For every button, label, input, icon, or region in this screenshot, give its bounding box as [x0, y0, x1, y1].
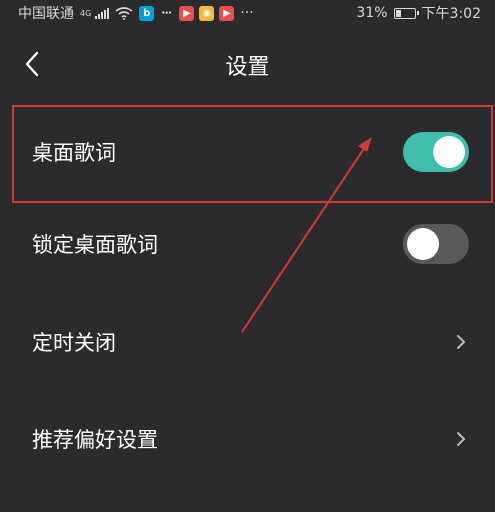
signal-icon [95, 7, 110, 19]
battery-fill [395, 9, 401, 17]
toggle-knob [407, 228, 439, 260]
chevron-right-icon [453, 429, 469, 449]
notification-app-icons: b ⋯ ▶ ◉ ▶ [139, 5, 235, 21]
battery-icon [393, 7, 419, 19]
setting-desktop-lyrics[interactable]: 桌面歌词 [0, 104, 495, 200]
battery-percent: 31% [356, 5, 388, 21]
setting-label: 锁定桌面歌词 [32, 233, 158, 257]
chat-bubble-icon: ⋯ [159, 5, 175, 21]
setting-lock-desktop-lyrics[interactable]: 锁定桌面歌词 [0, 196, 495, 292]
network-type: 4G [80, 8, 92, 18]
setting-label: 桌面歌词 [32, 141, 116, 165]
setting-label: 定时关闭 [32, 331, 116, 355]
page-title: 设置 [225, 55, 270, 80]
back-button[interactable] [14, 46, 50, 82]
chevron-left-icon [25, 51, 39, 77]
wifi-icon [115, 6, 133, 20]
setting-label: 推荐偏好设置 [32, 428, 158, 452]
more-notifications-icon: ··· [240, 5, 254, 21]
bilibili-icon: b [139, 5, 155, 21]
status-right: 31% 下午3:02 [356, 3, 481, 23]
chevron-right-icon [453, 332, 469, 352]
video-app-icon: ▶ [179, 5, 195, 21]
setting-recommend-preferences[interactable]: 推荐偏好设置 [0, 391, 495, 487]
yellow-app-icon: ◉ [199, 5, 215, 21]
setting-timed-close[interactable]: 定时关闭 [0, 294, 495, 390]
status-bar: 中国联通 4G b ⋯ ▶ ◉ ▶ ··· 31% 下午3:02 [0, 0, 495, 26]
video-app-icon-2: ▶ [219, 5, 235, 21]
page-header: 设置 [0, 26, 495, 104]
clock: 下午3:02 [421, 6, 481, 22]
carrier-name: 中国联通 [18, 6, 74, 22]
toggle-knob [433, 136, 465, 168]
status-left: 中国联通 4G b ⋯ ▶ ◉ ▶ ··· [18, 3, 254, 23]
desktop-lyrics-toggle[interactable] [403, 132, 469, 172]
lock-desktop-lyrics-toggle[interactable] [403, 224, 469, 264]
